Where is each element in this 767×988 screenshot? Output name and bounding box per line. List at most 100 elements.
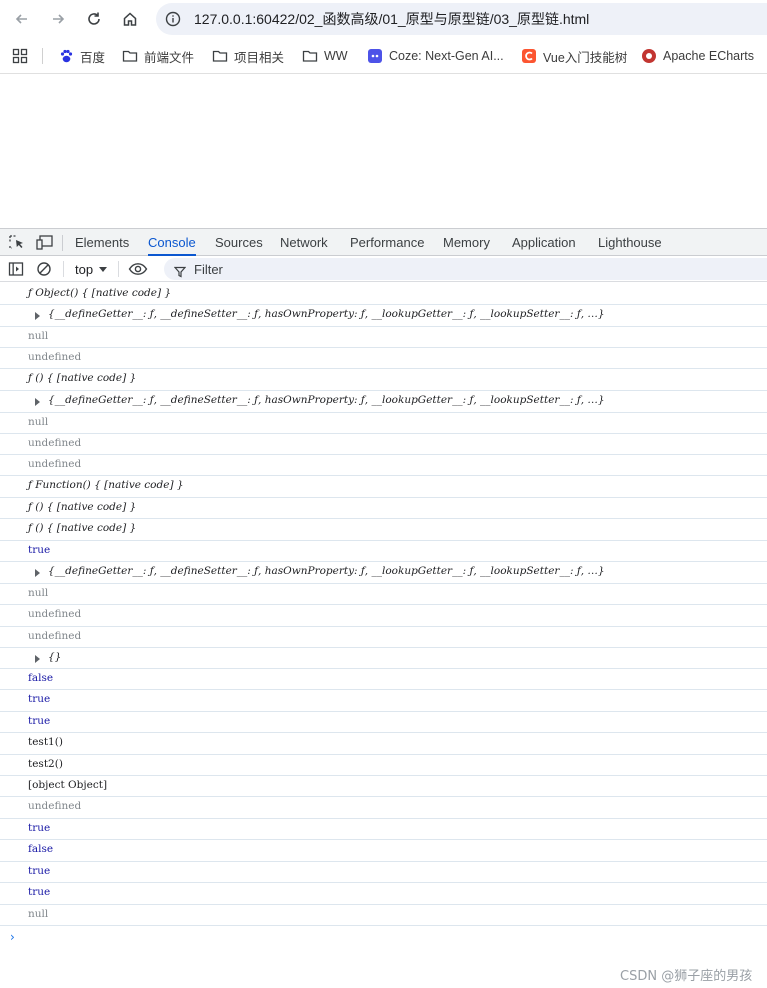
console-message-text: true	[28, 693, 51, 705]
tab-elements[interactable]: Elements	[75, 229, 129, 256]
console-filter-input[interactable]: Filter	[164, 258, 767, 280]
tab-lighthouse[interactable]: Lighthouse	[598, 229, 662, 256]
tab-network[interactable]: Network	[280, 229, 328, 256]
console-message-text: undefined	[28, 630, 82, 642]
console-message-text: true	[28, 822, 51, 834]
site-info-icon[interactable]	[164, 10, 182, 28]
console-message[interactable]: {__defineGetter__: ƒ, __defineSetter__: …	[0, 562, 767, 584]
home-icon[interactable]	[118, 7, 142, 31]
console-message-text: undefined	[28, 608, 82, 620]
console-message-text: [object Object]	[28, 779, 108, 791]
console-message: true	[0, 541, 767, 562]
bookmark-label: Vue入门技能树	[543, 50, 628, 65]
bookmark-echarts[interactable]: Apache ECharts	[641, 47, 754, 65]
console-message: ƒ () { [native code] }	[0, 498, 767, 519]
filter-funnel-icon	[173, 263, 187, 278]
console-message: true	[0, 819, 767, 840]
tab-application[interactable]: Application	[512, 229, 576, 256]
console-message: true	[0, 862, 767, 883]
console-message-text: ƒ () { [native code] }	[28, 372, 137, 384]
echarts-icon	[641, 48, 657, 64]
context-selector[interactable]: top	[75, 260, 108, 278]
console-message-text: test2()	[28, 758, 63, 770]
console-message: ƒ () { [native code] }	[0, 519, 767, 541]
bookmark-coze[interactable]: Coze: Next-Gen AI...	[367, 47, 504, 65]
console-message[interactable]: {__defineGetter__: ƒ, __defineSetter__: …	[0, 305, 767, 327]
console-message[interactable]: {}	[0, 648, 767, 669]
expand-triangle-icon[interactable]	[35, 569, 40, 577]
bookmark-label: WW	[324, 49, 348, 63]
expand-triangle-icon[interactable]	[35, 398, 40, 406]
back-arrow-icon[interactable]	[10, 7, 34, 31]
bookmark-vue[interactable]: Vue入门技能树	[521, 47, 627, 65]
console-message: [object Object]	[0, 776, 767, 797]
console-message: undefined	[0, 348, 767, 369]
devtools-tabbar: Elements Console Sources Network Perform…	[0, 228, 767, 256]
folder-icon	[122, 48, 138, 64]
console-message-text: false	[28, 843, 54, 855]
bookmark-folder-frontend[interactable]: 前端文件	[122, 47, 194, 65]
sidebar-toggle-icon[interactable]	[8, 260, 24, 278]
console-message: undefined	[0, 627, 767, 648]
bookmark-label: Apache ECharts	[663, 49, 755, 63]
bookmark-label: 项目相关	[234, 50, 285, 65]
console-message-text: ƒ () { [native code] }	[28, 501, 137, 513]
tab-sources[interactable]: Sources	[215, 229, 263, 256]
bookmark-folder-ww[interactable]: WW	[302, 47, 348, 65]
bookmark-baidu[interactable]: 百度	[58, 47, 105, 65]
csdn-icon	[521, 48, 537, 64]
chevron-down-icon	[99, 266, 108, 272]
clear-console-icon[interactable]	[36, 260, 52, 278]
console-message: ƒ Function() { [native code] }	[0, 476, 767, 498]
console-message[interactable]: {__defineGetter__: ƒ, __defineSetter__: …	[0, 391, 767, 413]
device-toggle-icon[interactable]	[36, 234, 54, 250]
console-message: false	[0, 669, 767, 690]
reload-icon[interactable]	[82, 7, 106, 31]
console-message: null	[0, 584, 767, 605]
bookmark-folder-projects[interactable]: 项目相关	[212, 47, 284, 65]
console-message-text: undefined	[28, 437, 82, 449]
tab-console[interactable]: Console	[148, 229, 196, 256]
coze-icon	[367, 48, 383, 64]
console-message-text: test1()	[28, 736, 63, 748]
tabbar-divider	[62, 235, 63, 251]
console-message-text: undefined	[28, 458, 82, 470]
console-message-text: false	[28, 672, 54, 684]
bookmarks-bar: 百度 前端文件 项目相关 WW Coze: Next-Gen AI... Vue…	[0, 38, 767, 74]
tab-memory[interactable]: Memory	[443, 229, 490, 256]
console-message-text: true	[28, 715, 51, 727]
forward-arrow-icon[interactable]	[46, 7, 70, 31]
page-viewport	[0, 75, 767, 228]
filter-placeholder: Filter	[194, 261, 223, 277]
console-message: undefined	[0, 797, 767, 819]
console-message: test1()	[0, 733, 767, 755]
console-message: true	[0, 883, 767, 905]
inspect-element-icon[interactable]	[8, 234, 26, 250]
apps-grid-icon[interactable]	[12, 48, 28, 64]
console-message-text: true	[28, 544, 51, 556]
console-prompt[interactable]: ›	[10, 930, 15, 944]
expand-triangle-icon[interactable]	[35, 312, 40, 320]
console-message-text: ƒ () { [native code] }	[28, 522, 137, 534]
address-bar[interactable]: 127.0.0.1:60422/02_函数高级/01_原型与原型链/03_原型链…	[156, 3, 767, 35]
bookmark-label: 前端文件	[144, 50, 195, 65]
console-message-text: null	[28, 908, 49, 920]
expand-triangle-icon[interactable]	[35, 655, 40, 663]
console-message-text: true	[28, 865, 51, 877]
console-message-text: null	[28, 330, 49, 342]
console-message: test2()	[0, 755, 767, 776]
folder-icon	[212, 48, 228, 64]
console-message: ƒ Object() { [native code] }	[0, 284, 767, 305]
console-message-text: null	[28, 416, 49, 428]
console-message-text: undefined	[28, 351, 82, 363]
console-message-text: ƒ Function() { [native code] }	[28, 479, 184, 491]
console-message-text: ƒ Object() { [native code] }	[28, 287, 172, 299]
watermark: CSDN @狮子座的男孩	[620, 969, 753, 984]
console-message: undefined	[0, 605, 767, 627]
console-message-text: true	[28, 886, 51, 898]
tab-performance[interactable]: Performance	[350, 229, 424, 256]
toolbar-divider	[118, 261, 119, 277]
live-expression-eye-icon[interactable]	[128, 260, 148, 278]
console-message: undefined	[0, 434, 767, 455]
console-message: false	[0, 840, 767, 862]
